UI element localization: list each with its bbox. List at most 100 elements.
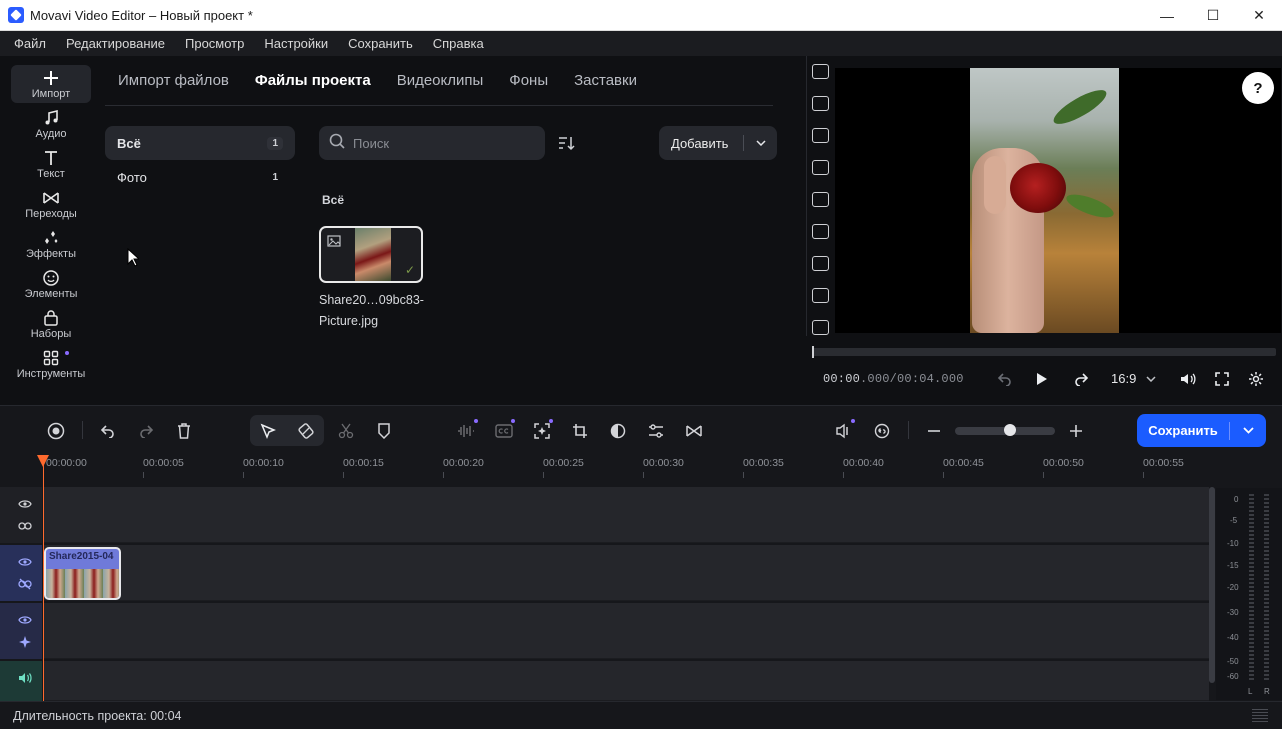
- chevron-down-icon[interactable]: [1230, 427, 1266, 434]
- tab-backgrounds[interactable]: Фоны: [496, 72, 561, 89]
- rail-label: Переходы: [25, 207, 77, 220]
- eye-visibility-icon[interactable]: [17, 496, 33, 512]
- media-thumbnail[interactable]: ✓: [319, 226, 423, 283]
- ruler-tick: [1043, 472, 1044, 478]
- track-header-video: [0, 545, 42, 601]
- film-hole: [812, 320, 829, 335]
- add-button[interactable]: Добавить: [659, 126, 777, 160]
- eye-visibility-icon[interactable]: [17, 612, 33, 628]
- crop-icon[interactable]: [568, 419, 592, 443]
- eye-visibility-icon[interactable]: [17, 554, 33, 570]
- ruler-label: 00:00:35: [743, 457, 784, 469]
- zoom-slider-handle[interactable]: [1004, 424, 1016, 436]
- resize-grip-icon[interactable]: [1252, 709, 1268, 723]
- rail-label: Элементы: [24, 287, 78, 300]
- project-duration: Длительность проекта: 00:04: [13, 708, 182, 723]
- preview-scrubber[interactable]: [812, 348, 1276, 356]
- meter-bar-left: [1249, 494, 1254, 680]
- divider: [82, 421, 83, 439]
- maximize-button[interactable]: ☐: [1190, 0, 1236, 31]
- ruler-label: 00:00:25: [543, 457, 584, 469]
- time-current: 00:00: [823, 372, 861, 386]
- menu-save[interactable]: Сохранить: [338, 31, 423, 56]
- mouse-cursor-icon: [127, 247, 141, 272]
- track-audio[interactable]: [43, 661, 1209, 701]
- scissors-icon[interactable]: [334, 419, 358, 443]
- media-file-name: Share20…09bc83-Picture.jpg: [319, 293, 424, 328]
- transition-icon[interactable]: [682, 419, 706, 443]
- meter-scale-label: -60: [1227, 672, 1239, 681]
- menu-view[interactable]: Просмотр: [175, 31, 254, 56]
- chevron-down-icon[interactable]: [744, 140, 777, 146]
- fullscreen-icon[interactable]: [1211, 369, 1233, 389]
- film-hole: [812, 64, 829, 79]
- minimize-button[interactable]: —: [1144, 0, 1190, 31]
- rail-effects[interactable]: Эффекты: [11, 225, 91, 263]
- search-input[interactable]: [353, 135, 523, 151]
- settings-gear-icon[interactable]: [1245, 369, 1267, 389]
- category-photo[interactable]: Фото 1: [105, 160, 295, 194]
- category-label: Всё: [117, 135, 141, 151]
- unlink-icon[interactable]: [17, 576, 33, 592]
- zoom-in-icon[interactable]: [1064, 419, 1088, 443]
- track-overlay[interactable]: [43, 487, 1209, 543]
- aspect-ratio-value: 16:9: [1111, 371, 1137, 386]
- marker-shield-icon[interactable]: [372, 419, 396, 443]
- play-icon: [1037, 373, 1047, 385]
- music-note-icon: [43, 109, 59, 127]
- sparkle-icon[interactable]: [17, 634, 33, 650]
- link-icon[interactable]: [17, 518, 33, 534]
- tab-project-files[interactable]: Файлы проекта: [242, 72, 384, 89]
- rail-transitions[interactable]: Переходы: [11, 185, 91, 223]
- rail-elements[interactable]: Элементы: [11, 265, 91, 303]
- scrubber-handle[interactable]: [812, 346, 814, 358]
- movavi-logo-icon: [8, 7, 24, 23]
- color-contrast-icon[interactable]: [606, 419, 630, 443]
- track-video[interactable]: [43, 545, 1209, 601]
- aspect-ratio-select[interactable]: 16:9: [1111, 371, 1156, 386]
- tab-import-files[interactable]: Импорт файлов: [105, 72, 242, 89]
- zoom-out-icon[interactable]: [922, 419, 946, 443]
- undo-icon[interactable]: [96, 419, 120, 443]
- tab-video-clips[interactable]: Видеоклипы: [384, 72, 497, 89]
- link-chain-icon[interactable]: [870, 419, 894, 443]
- search-icon: [329, 133, 345, 154]
- play-button[interactable]: [1031, 369, 1053, 389]
- rail-text[interactable]: Текст: [11, 145, 91, 183]
- category-all[interactable]: Всё 1: [105, 126, 295, 160]
- category-label: Фото: [117, 169, 147, 185]
- timeline-clip[interactable]: Share2015-04: [44, 547, 121, 600]
- track-text[interactable]: [43, 603, 1209, 659]
- ruler-tick: [843, 472, 844, 478]
- film-hole: [812, 128, 829, 143]
- help-button[interactable]: ?: [1242, 72, 1274, 104]
- undo-preview-icon[interactable]: [994, 369, 1016, 389]
- meter-scale-label: -10: [1227, 539, 1239, 548]
- adjust-sliders-icon[interactable]: [644, 419, 668, 443]
- rail-import[interactable]: Импорт: [11, 65, 91, 103]
- menu-help[interactable]: Справка: [423, 31, 494, 56]
- checkmark-icon: ✓: [404, 263, 415, 277]
- sort-button[interactable]: [553, 131, 579, 155]
- delete-trash-icon[interactable]: [172, 419, 196, 443]
- speaker-icon[interactable]: [17, 670, 33, 686]
- rail-tools[interactable]: Инструменты: [11, 345, 91, 383]
- redo-icon[interactable]: [134, 419, 158, 443]
- photo-preview: [355, 228, 391, 281]
- close-button[interactable]: ✕: [1236, 0, 1282, 31]
- save-export-button[interactable]: Сохранить: [1137, 414, 1266, 447]
- menu-edit[interactable]: Редактирование: [56, 31, 175, 56]
- rail-packs[interactable]: Наборы: [11, 305, 91, 343]
- record-icon[interactable]: [44, 419, 68, 443]
- new-badge-dot: [65, 351, 69, 355]
- rail-audio[interactable]: Аудио: [11, 105, 91, 143]
- timeline-scrollbar[interactable]: [1209, 487, 1215, 683]
- volume-icon[interactable]: [1177, 369, 1199, 389]
- forward-icon[interactable]: [1070, 369, 1092, 389]
- clip-title: Share2015-04: [49, 551, 114, 562]
- tab-intros[interactable]: Заставки: [561, 72, 650, 89]
- select-arrow-icon[interactable]: [256, 419, 280, 443]
- menu-settings[interactable]: Настройки: [254, 31, 338, 56]
- menu-file[interactable]: Файл: [4, 31, 56, 56]
- razor-blade-icon[interactable]: [294, 419, 318, 443]
